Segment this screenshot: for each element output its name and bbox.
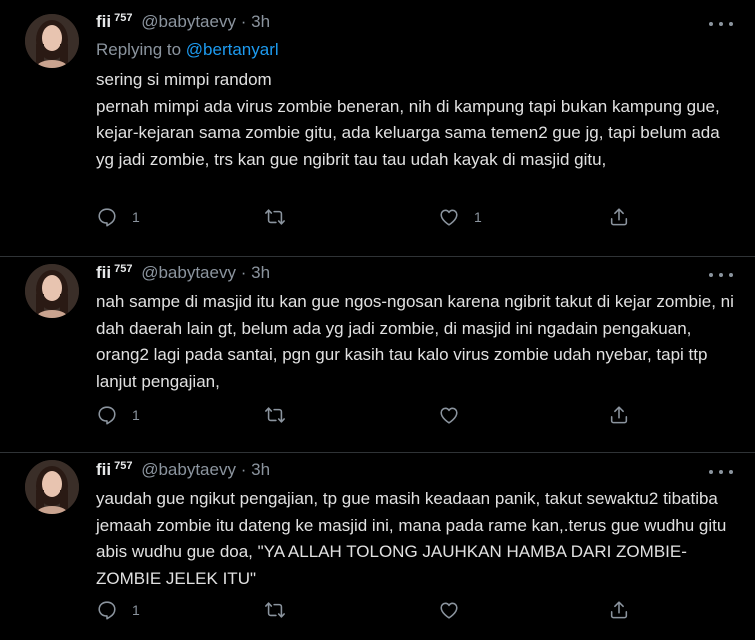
separator-dot: · xyxy=(240,263,247,282)
replying-to-label: Replying to xyxy=(96,40,182,59)
tweet-header: fii 757 @babytaevy · 3h xyxy=(96,460,270,480)
timestamp[interactable]: 3h xyxy=(251,12,270,31)
heart-icon xyxy=(440,407,458,424)
timestamp[interactable]: 3h xyxy=(251,460,270,479)
like-button[interactable] xyxy=(438,599,474,621)
share-button[interactable] xyxy=(608,599,630,621)
share-icon xyxy=(610,406,628,424)
reply-count: 1 xyxy=(132,407,140,423)
display-name[interactable]: fii xyxy=(96,12,111,31)
retweet-button[interactable] xyxy=(264,206,300,228)
avatar[interactable] xyxy=(25,460,79,514)
tweet-text: yaudah gue ngikut pengajian, tp gue masi… xyxy=(96,489,727,588)
retweet-button[interactable] xyxy=(264,599,300,621)
reply-count: 1 xyxy=(132,602,140,618)
more-icon[interactable] xyxy=(709,462,733,482)
tweet-actions: 1 xyxy=(96,599,656,623)
replying-to: Replying to @bertanyarl xyxy=(96,40,279,60)
user-handle[interactable]: @babytaevy xyxy=(141,12,236,31)
tweet[interactable]: fii 757 @babytaevy · 3h yaudah gue ngikut… xyxy=(0,453,755,640)
avatar[interactable] xyxy=(25,264,79,318)
name-badge: 757 xyxy=(114,460,133,472)
heart-icon xyxy=(440,209,458,226)
like-button[interactable] xyxy=(438,404,474,426)
share-icon xyxy=(610,208,628,226)
timestamp[interactable]: 3h xyxy=(251,263,270,282)
heart-icon xyxy=(440,602,458,619)
share-button[interactable] xyxy=(608,206,630,228)
separator-dot: · xyxy=(240,12,247,31)
more-icon[interactable] xyxy=(709,265,733,285)
retweet-button[interactable] xyxy=(264,404,300,426)
user-handle[interactable]: @babytaevy xyxy=(141,460,236,479)
reply-button[interactable]: 1 xyxy=(96,404,140,426)
more-icon[interactable] xyxy=(709,14,733,34)
reply-icon xyxy=(98,601,116,620)
tweet[interactable]: fii 757 @babytaevy · 3h nah sampe di masj… xyxy=(0,257,755,452)
retweet-icon xyxy=(265,407,285,423)
display-name[interactable]: fii xyxy=(96,263,111,282)
reply-button[interactable]: 1 xyxy=(96,599,140,621)
display-name[interactable]: fii xyxy=(96,460,111,479)
share-icon xyxy=(610,601,628,619)
like-button[interactable]: 1 xyxy=(438,206,482,228)
reply-button[interactable]: 1 xyxy=(96,206,140,228)
reply-count: 1 xyxy=(132,209,140,225)
name-badge: 757 xyxy=(114,12,133,24)
reply-mention-link[interactable]: @bertanyarl xyxy=(186,40,279,59)
tweet-text: nah sampe di masjid itu kan gue ngos-ngo… xyxy=(96,292,734,391)
tweet-header: fii 757 @babytaevy · 3h xyxy=(96,12,270,32)
tweet[interactable]: fii 757 @babytaevy · 3h Replying to @bert… xyxy=(0,0,755,256)
tweet-actions: 1 1 xyxy=(96,206,656,230)
user-handle[interactable]: @babytaevy xyxy=(141,263,236,282)
name-badge: 757 xyxy=(114,263,133,275)
tweet-header: fii 757 @babytaevy · 3h xyxy=(96,263,270,283)
reply-icon xyxy=(98,406,116,425)
separator-dot: · xyxy=(240,460,247,479)
retweet-icon xyxy=(265,602,285,618)
reply-icon xyxy=(98,208,116,227)
tweet-actions: 1 xyxy=(96,404,656,428)
like-count: 1 xyxy=(474,209,482,225)
share-button[interactable] xyxy=(608,404,630,426)
avatar[interactable] xyxy=(25,14,79,68)
retweet-icon xyxy=(265,209,285,225)
tweet-text: sering si mimpi random pernah mimpi ada … xyxy=(96,70,720,169)
